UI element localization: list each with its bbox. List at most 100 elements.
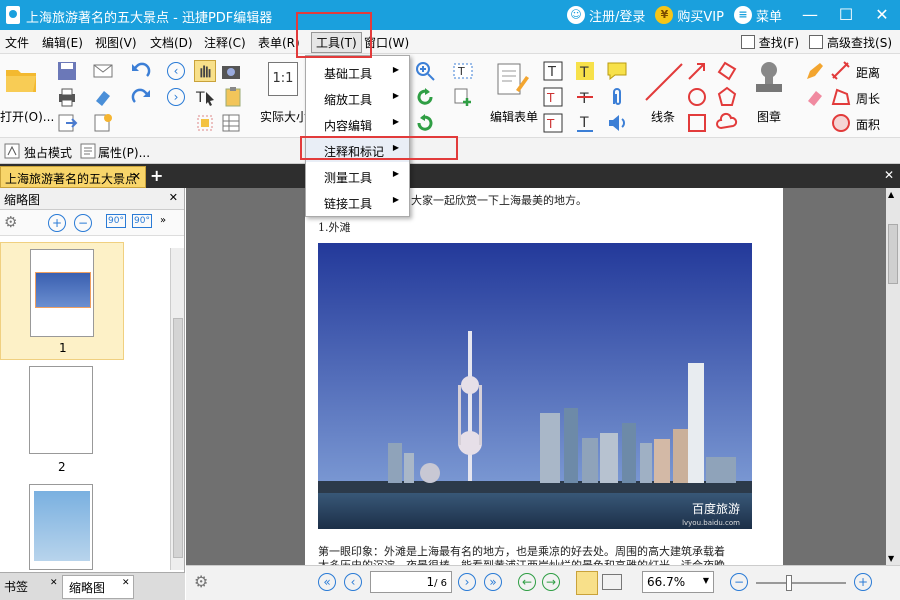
thumbnail-item-2[interactable]: 2 bbox=[0, 364, 124, 482]
area-label[interactable]: 面积 bbox=[856, 116, 880, 133]
zoom-in-status-icon[interactable]: + bbox=[854, 573, 872, 591]
stamp-label[interactable]: 图章 bbox=[757, 108, 781, 125]
thumbnail-item-3[interactable] bbox=[0, 484, 124, 574]
panel-close-icon[interactable]: ✕ bbox=[169, 191, 178, 204]
zoom-in-thumb-icon[interactable]: + bbox=[48, 214, 66, 232]
distance-icon[interactable] bbox=[830, 60, 852, 82]
attachment-icon[interactable] bbox=[606, 86, 628, 108]
zoom-slider-thumb[interactable] bbox=[786, 575, 792, 591]
pentagon-icon[interactable] bbox=[716, 86, 738, 108]
bookmarks-tab-close-icon[interactable]: ✕ bbox=[50, 578, 58, 588]
print-icon[interactable] bbox=[56, 86, 78, 108]
menu-window[interactable]: 窗口(W) bbox=[364, 34, 409, 51]
select-text-icon[interactable]: T bbox=[194, 86, 216, 108]
menu-item-zoom-tools[interactable]: 缩放工具 ▶ bbox=[306, 85, 409, 110]
two-page-view-icon[interactable] bbox=[602, 574, 622, 590]
clipboard-icon[interactable] bbox=[222, 86, 244, 108]
close-button[interactable]: ✕ bbox=[864, 0, 900, 30]
buy-vip-link[interactable]: 购买VIP bbox=[677, 6, 724, 25]
exclusive-mode-icon[interactable] bbox=[4, 143, 20, 159]
thumbnail-scrollbar[interactable] bbox=[170, 248, 184, 570]
menu-item-link-tools[interactable]: 链接工具 ▶ bbox=[306, 189, 409, 214]
advanced-find-button[interactable]: 高级查找(S) bbox=[809, 34, 892, 51]
perimeter-label[interactable]: 周长 bbox=[856, 90, 880, 107]
eraser-pink-icon[interactable] bbox=[804, 86, 826, 108]
menu-comment[interactable]: 注释(C) bbox=[204, 34, 246, 51]
star-page-icon[interactable] bbox=[92, 112, 114, 134]
note-icon[interactable] bbox=[606, 60, 628, 82]
edit-form-icon[interactable] bbox=[494, 62, 530, 98]
crop-icon[interactable] bbox=[194, 112, 216, 134]
thumbnails-tab-close-icon[interactable]: ✕ bbox=[122, 578, 130, 588]
area-icon[interactable] bbox=[830, 112, 852, 134]
actual-size-icon[interactable]: 1:1 bbox=[268, 62, 298, 96]
scroll-thumb[interactable] bbox=[888, 224, 898, 284]
menu-view[interactable]: 视图(V) bbox=[95, 34, 137, 51]
menu-form[interactable]: 表单(R) bbox=[258, 34, 300, 51]
rotate-left-icon[interactable] bbox=[414, 86, 436, 108]
redo-icon[interactable] bbox=[130, 86, 152, 108]
status-gear-icon[interactable]: ⚙ bbox=[194, 572, 208, 591]
stamp-icon[interactable] bbox=[752, 60, 786, 100]
maximize-button[interactable]: ☐ bbox=[828, 0, 864, 30]
line-label[interactable]: 线条 bbox=[651, 108, 675, 125]
rotate-right-thumb-icon[interactable]: 90° bbox=[132, 214, 152, 228]
thumbnail-item-1[interactable]: 1 bbox=[0, 242, 124, 360]
rotate-left-thumb-icon[interactable]: 90° bbox=[106, 214, 126, 228]
forward-nav-icon[interactable]: › bbox=[167, 88, 185, 106]
new-tab-icon[interactable]: + bbox=[150, 166, 163, 185]
eraser-icon[interactable] bbox=[92, 86, 114, 108]
zoom-out-icon[interactable]: − bbox=[730, 573, 748, 591]
open-label[interactable]: 打开(O)... bbox=[0, 108, 54, 125]
menu-document[interactable]: 文档(D) bbox=[150, 34, 193, 51]
pencil-icon[interactable] bbox=[804, 60, 826, 82]
menu-item-content-edit[interactable]: 内容编辑 ▶ bbox=[306, 111, 409, 136]
menu-file[interactable]: 文件 bbox=[5, 34, 29, 51]
menu-link[interactable]: 菜单 bbox=[756, 6, 782, 25]
go-forward-icon[interactable]: → bbox=[542, 573, 560, 591]
yen-icon[interactable]: ¥ bbox=[655, 6, 674, 24]
add-field-icon[interactable] bbox=[452, 86, 474, 108]
undo-icon[interactable] bbox=[130, 60, 152, 82]
login-link[interactable]: 注册/登录 bbox=[589, 6, 645, 25]
save-icon[interactable] bbox=[56, 60, 78, 82]
document-tab[interactable]: 上海旅游著名的五大景点 ✕ bbox=[0, 166, 146, 188]
highlight-text-icon[interactable]: T bbox=[574, 60, 596, 82]
single-page-view-icon[interactable] bbox=[576, 571, 598, 595]
zoom-select[interactable]: 66.7% ▼ bbox=[642, 571, 714, 593]
last-page-icon[interactable]: » bbox=[484, 573, 502, 591]
tab-close-icon[interactable]: ✕ bbox=[132, 170, 141, 183]
next-page-icon[interactable]: › bbox=[458, 573, 476, 591]
menu-item-comment-markup[interactable]: 注释和标记 ▶ bbox=[306, 137, 409, 162]
menu-tools[interactable]: 工具(T) bbox=[311, 32, 362, 53]
snapshot-icon[interactable] bbox=[220, 60, 242, 82]
cloud-icon[interactable] bbox=[716, 112, 738, 134]
user-icon[interactable]: ☺ bbox=[567, 6, 586, 24]
back-nav-icon[interactable]: ‹ bbox=[167, 62, 185, 80]
polygon-line-icon[interactable] bbox=[716, 60, 738, 82]
sound-icon[interactable] bbox=[606, 112, 628, 134]
text-field-icon[interactable]: T bbox=[452, 60, 474, 82]
underline-icon[interactable]: T bbox=[574, 112, 596, 134]
rotate-right-icon[interactable] bbox=[414, 112, 436, 134]
bookmarks-tab[interactable]: 书签 bbox=[4, 578, 28, 595]
scroll-up-icon[interactable]: ▲ bbox=[888, 190, 894, 199]
rectangle-icon[interactable] bbox=[686, 112, 708, 134]
menu-item-measure-tools[interactable]: 测量工具 ▶ bbox=[306, 163, 409, 188]
menu-edit[interactable]: 编辑(E) bbox=[42, 34, 83, 51]
go-back-icon[interactable]: ← bbox=[518, 573, 536, 591]
properties-button[interactable]: 属性(P)... bbox=[98, 144, 150, 161]
textbox-icon[interactable]: T bbox=[542, 86, 564, 108]
zoom-out-thumb-icon[interactable]: − bbox=[74, 214, 92, 232]
find-button[interactable]: 查找(F) bbox=[740, 34, 799, 51]
zoom-in-icon[interactable] bbox=[414, 60, 436, 82]
close-all-tabs-icon[interactable]: ✕ bbox=[884, 168, 894, 182]
actual-size-label[interactable]: 实际大小 bbox=[260, 108, 308, 125]
menu-item-basic-tools[interactable]: 基础工具 ▶ bbox=[306, 59, 409, 84]
strikeout-icon[interactable]: T bbox=[574, 86, 596, 108]
arrow-icon[interactable] bbox=[686, 60, 708, 82]
gear-icon[interactable]: ⚙ bbox=[4, 213, 17, 231]
folder-open-icon[interactable] bbox=[4, 62, 38, 96]
pdf-page[interactable]: 和大家一起欣赏一下上海最美的地方。 1.外滩 百度旅游 lvyou.baidu.… bbox=[305, 188, 783, 565]
exclusive-mode-button[interactable]: 独占模式 bbox=[24, 144, 72, 161]
